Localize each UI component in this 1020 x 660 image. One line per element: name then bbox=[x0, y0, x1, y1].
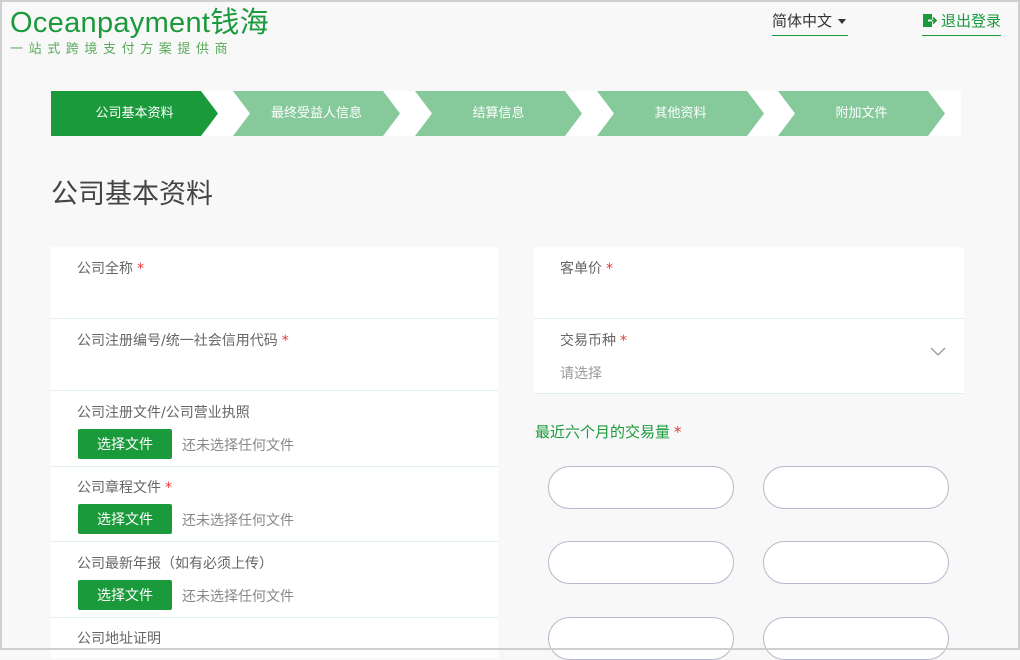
field-label: 公司地址证明 bbox=[77, 631, 161, 647]
caret-down-icon bbox=[838, 19, 847, 24]
choose-file-button[interactable]: 选择文件 bbox=[78, 504, 172, 534]
currency-select[interactable]: 交易币种 * 请选择 bbox=[534, 319, 964, 394]
step-settlement[interactable]: 结算信息 bbox=[415, 91, 582, 136]
field-label: 交易币种 * bbox=[560, 333, 627, 349]
logout-link[interactable]: 退出登录 bbox=[922, 10, 1002, 36]
file-status: 还未选择任何文件 bbox=[182, 589, 294, 605]
volume-month-2-input[interactable] bbox=[763, 466, 949, 509]
select-placeholder: 请选择 bbox=[560, 366, 602, 382]
volume-section-title: 最近六个月的交易量 * bbox=[535, 423, 682, 441]
page-title: 公司基本资料 bbox=[51, 179, 213, 210]
step-company-info[interactable]: 公司基本资料 bbox=[51, 91, 218, 136]
registration-number-field[interactable]: 公司注册编号/统一社会信用代码 * bbox=[51, 319, 498, 391]
choose-file-button[interactable]: 选择文件 bbox=[78, 580, 172, 610]
step-other-info[interactable]: 其他资料 bbox=[597, 91, 764, 136]
field-label: 公司章程文件 * bbox=[77, 480, 172, 496]
chevron-down-icon bbox=[930, 347, 946, 356]
articles-doc-field: 公司章程文件 * 选择文件 还未选择任何文件 bbox=[51, 467, 498, 542]
logout-label: 退出登录 bbox=[941, 12, 1002, 30]
step-label: 最终受益人信息 bbox=[270, 106, 362, 121]
field-label: 公司注册文件/公司营业执照 bbox=[77, 405, 250, 421]
step-attachments[interactable]: 附加文件 bbox=[778, 91, 945, 136]
file-status: 还未选择任何文件 bbox=[182, 513, 294, 529]
language-label: 简体中文 bbox=[772, 12, 833, 30]
address-proof-field: 公司地址证明 bbox=[51, 618, 498, 658]
step-label: 附加文件 bbox=[835, 106, 888, 121]
volume-month-5-input[interactable] bbox=[548, 617, 734, 660]
progress-steps: 公司基本资料 最终受益人信息 结算信息 其他资料 附加文件 bbox=[51, 91, 961, 136]
volume-month-3-input[interactable] bbox=[548, 541, 734, 584]
step-beneficiary[interactable]: 最终受益人信息 bbox=[233, 91, 400, 136]
field-label: 公司全称 * bbox=[77, 261, 144, 277]
field-label: 公司最新年报（如有必须上传） bbox=[77, 556, 273, 572]
logout-icon bbox=[923, 14, 938, 27]
logo-text: Oceanpayment钱海 bbox=[10, 7, 269, 39]
step-label: 结算信息 bbox=[472, 106, 525, 121]
annual-report-field: 公司最新年报（如有必须上传） 选择文件 还未选择任何文件 bbox=[51, 542, 498, 618]
field-label: 客单价 * bbox=[560, 261, 613, 277]
step-label: 公司基本资料 bbox=[95, 106, 174, 121]
avg-order-value-field[interactable]: 客单价 * bbox=[534, 247, 964, 319]
step-label: 其他资料 bbox=[654, 106, 707, 121]
file-status: 还未选择任何文件 bbox=[182, 438, 294, 454]
company-name-field[interactable]: 公司全称 * bbox=[51, 247, 498, 319]
field-label: 公司注册编号/统一社会信用代码 * bbox=[77, 333, 289, 349]
logo[interactable]: Oceanpayment钱海 一站式跨境支付方案提供商 bbox=[10, 4, 269, 57]
volume-month-6-input[interactable] bbox=[763, 617, 949, 660]
registration-doc-field: 公司注册文件/公司营业执照 选择文件 还未选择任何文件 bbox=[51, 391, 498, 467]
volume-month-1-input[interactable] bbox=[548, 466, 734, 509]
logo-tagline: 一站式跨境支付方案提供商 bbox=[10, 42, 234, 57]
choose-file-button[interactable]: 选择文件 bbox=[78, 429, 172, 459]
volume-month-4-input[interactable] bbox=[763, 541, 949, 584]
language-selector[interactable]: 简体中文 bbox=[772, 10, 848, 36]
